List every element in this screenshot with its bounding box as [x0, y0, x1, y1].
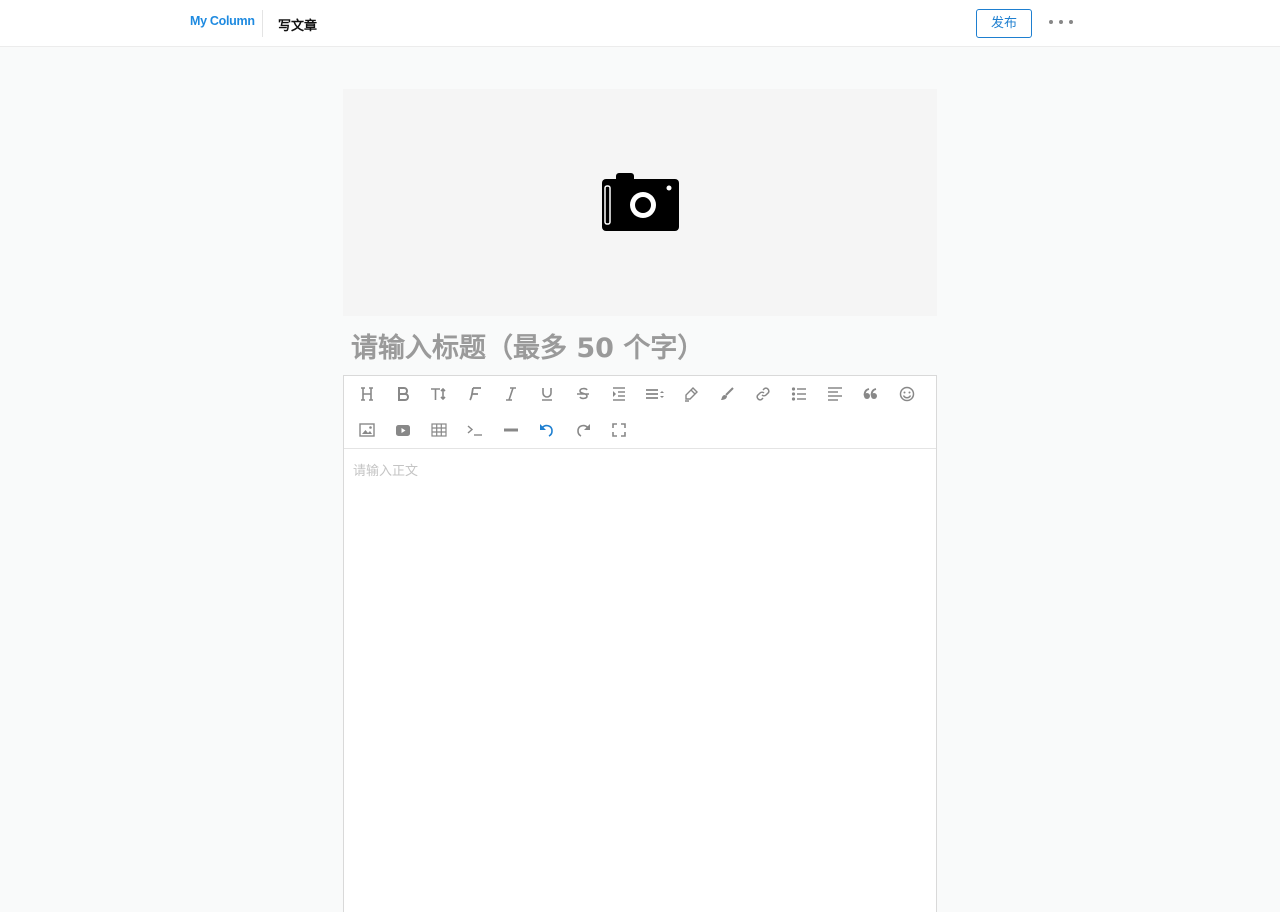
font-size-icon[interactable] [426, 381, 452, 407]
bold-icon[interactable] [390, 381, 416, 407]
heading-icon[interactable] [354, 381, 380, 407]
page-title: 写文章 [278, 19, 318, 34]
redo-icon[interactable] [570, 417, 596, 443]
highlighter-icon[interactable] [678, 381, 704, 407]
camera-icon [602, 173, 679, 231]
header-divider [262, 10, 263, 37]
video-icon[interactable] [390, 417, 416, 443]
font-family-icon[interactable] [462, 381, 488, 407]
strikethrough-icon[interactable] [570, 381, 596, 407]
brush-icon[interactable] [714, 381, 740, 407]
table-icon[interactable] [426, 417, 452, 443]
editor-toolbar [344, 376, 936, 449]
fullscreen-icon[interactable] [606, 417, 632, 443]
publish-button[interactable]: 发布 [976, 9, 1032, 38]
underline-icon[interactable] [534, 381, 560, 407]
title-input[interactable] [343, 325, 937, 371]
quote-icon[interactable] [858, 381, 884, 407]
cover-image-upload[interactable] [343, 89, 937, 316]
body-input[interactable] [344, 450, 936, 912]
image-icon[interactable] [354, 417, 380, 443]
logo[interactable]: My Column [190, 14, 255, 28]
italic-icon[interactable] [498, 381, 524, 407]
emoji-icon[interactable] [894, 381, 920, 407]
top-bar: My Column 写文章 发布 [0, 0, 1280, 47]
more-options-icon[interactable] [1049, 19, 1073, 27]
rich-text-editor [343, 375, 937, 912]
link-icon[interactable] [750, 381, 776, 407]
undo-icon[interactable] [534, 417, 560, 443]
bullet-list-icon[interactable] [786, 381, 812, 407]
align-left-icon[interactable] [822, 381, 848, 407]
code-icon[interactable] [462, 417, 488, 443]
line-height-icon[interactable] [642, 381, 668, 407]
horizontal-rule-icon[interactable] [498, 417, 524, 443]
indent-icon[interactable] [606, 381, 632, 407]
